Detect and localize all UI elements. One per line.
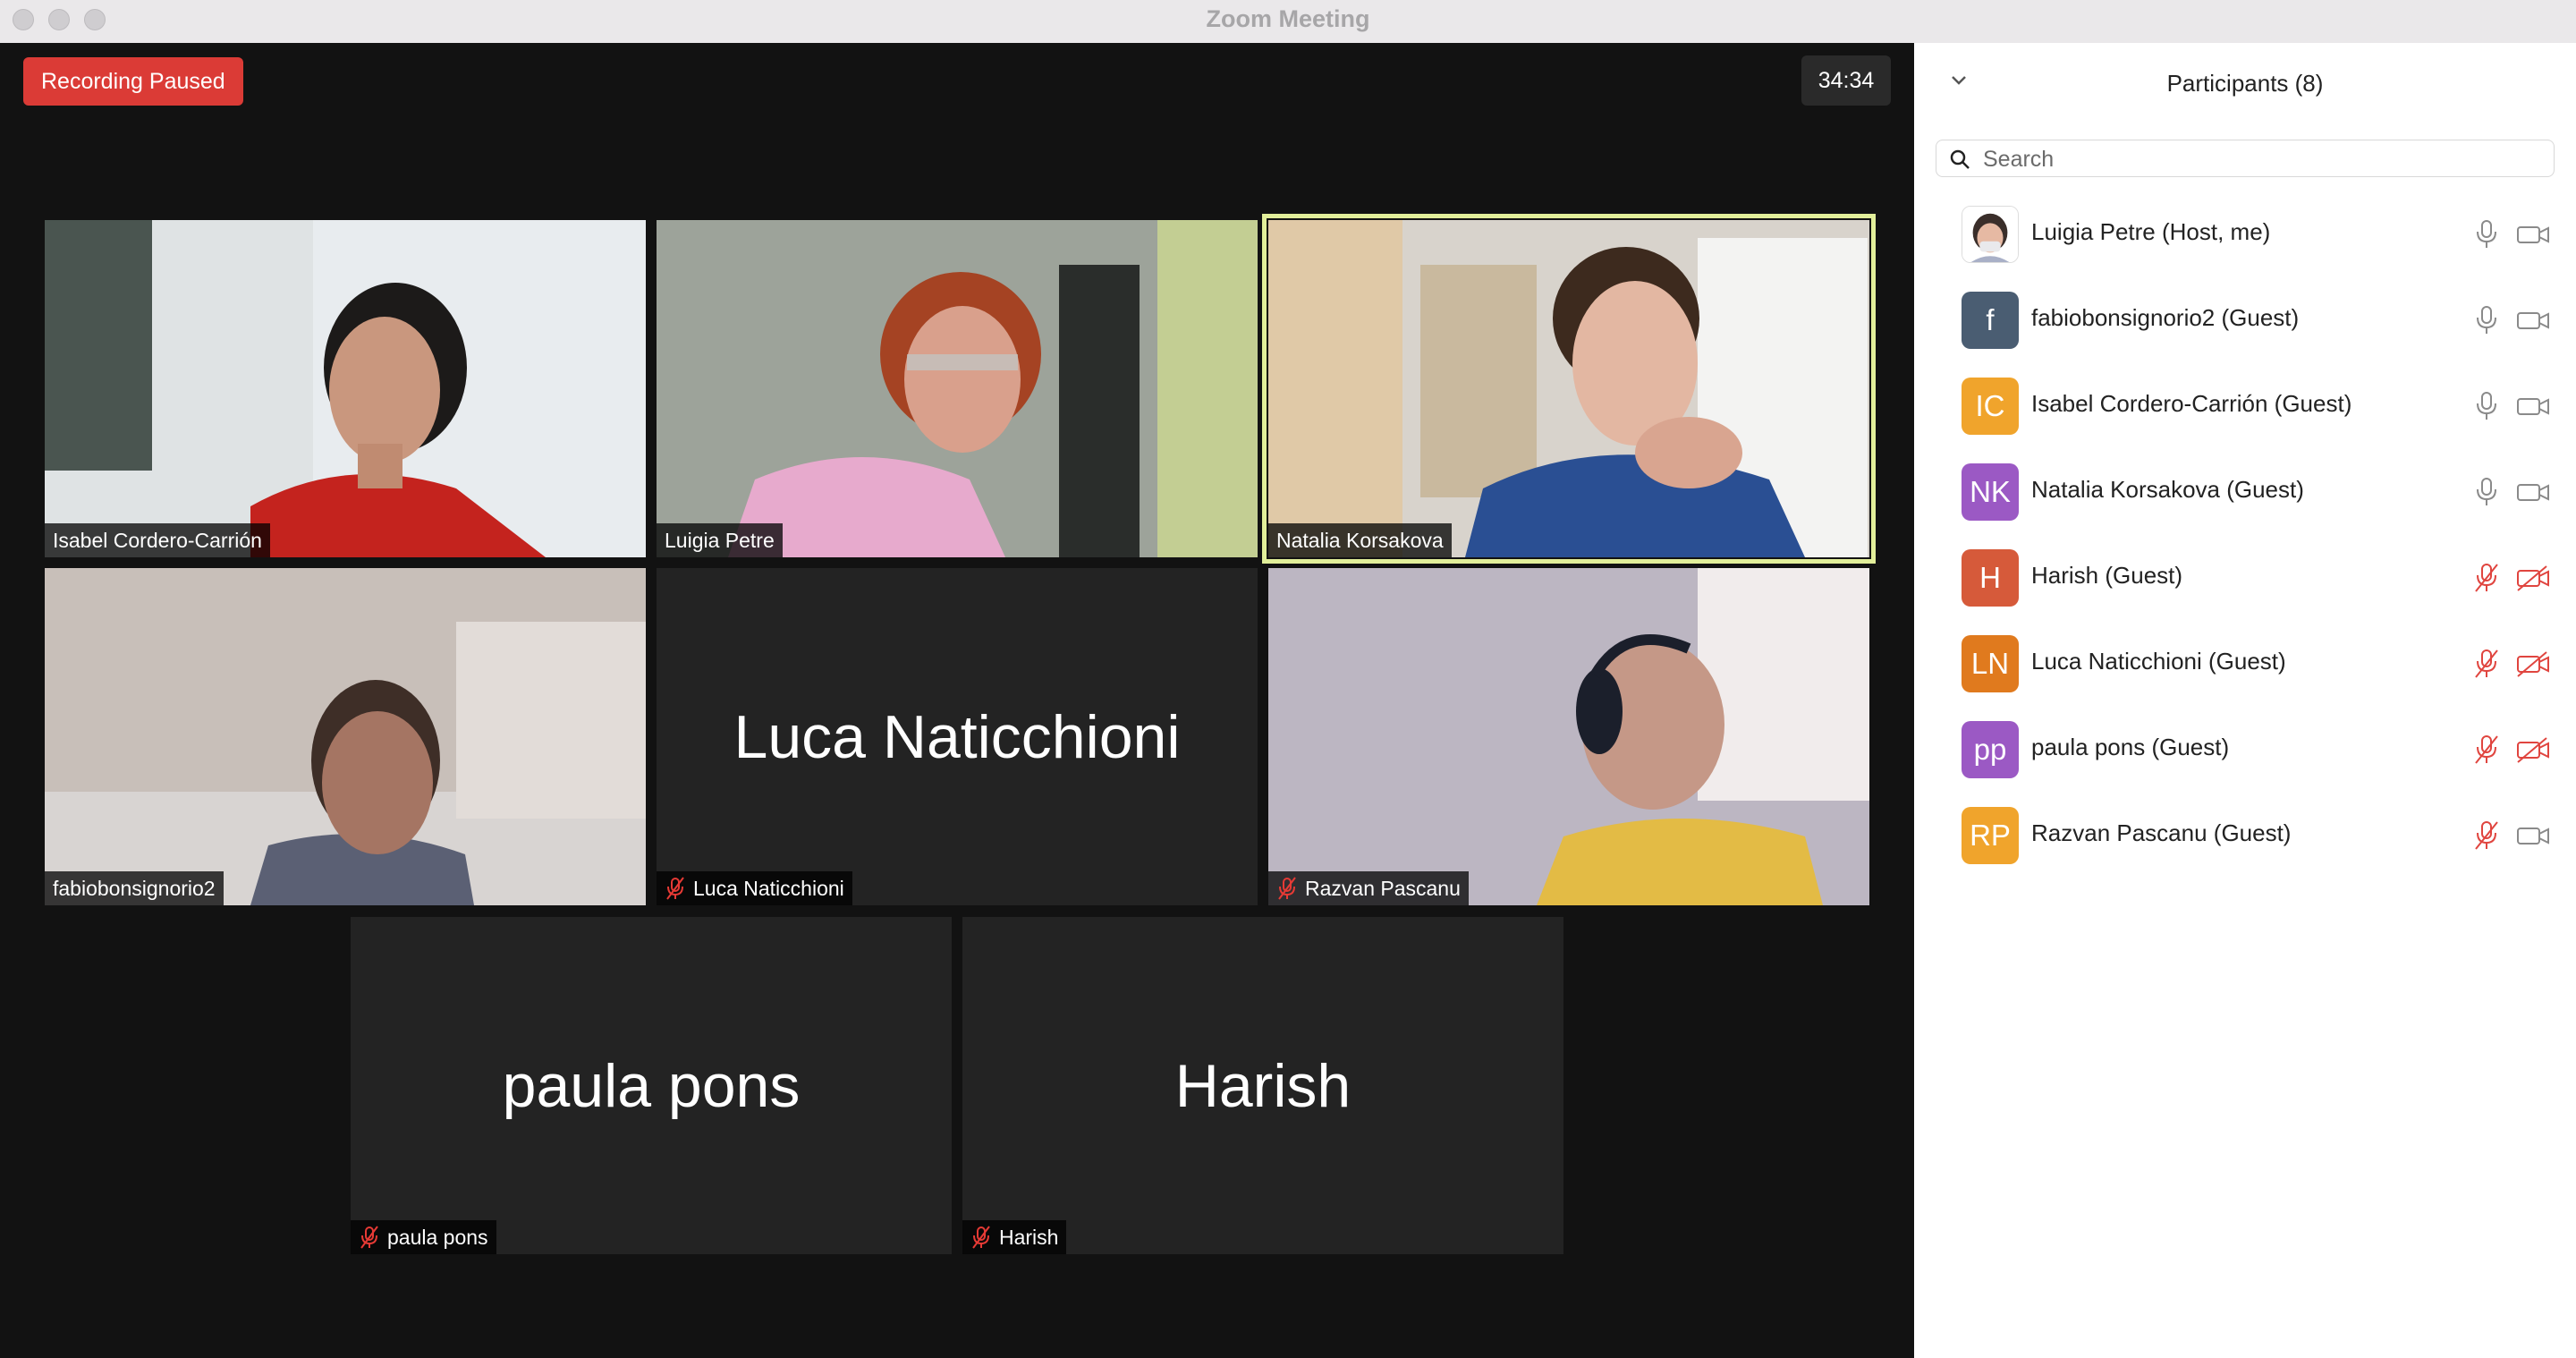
participant-name: Luigia Petre (Host, me) [2031, 218, 2271, 245]
name-tag: Luigia Petre [657, 523, 783, 557]
name-tag: paula pons [351, 1220, 496, 1254]
participant-list: Luigia Petre (Host, me) f fabiobonsignorio… [1914, 191, 2576, 878]
microphone-muted-icon[interactable] [2471, 819, 2502, 852]
participant-row[interactable]: RP Razvan Pascanu (Guest) [1914, 793, 2576, 878]
microphone-icon[interactable] [2471, 304, 2502, 336]
participant-name: Luigia Petre [665, 528, 775, 552]
participant-row[interactable]: LN Luca Naticchioni (Guest) [1914, 621, 2576, 707]
name-tag: Natalia Korsakova [1268, 523, 1452, 557]
video-camera-icon[interactable] [2515, 392, 2551, 420]
video-camera-off-icon[interactable] [2515, 564, 2551, 592]
participant-name: paula pons [387, 1225, 488, 1249]
video-tile-harish[interactable]: Harish Harish [962, 917, 1563, 1254]
participant-display-name: Harish [1174, 1051, 1352, 1120]
participant-search[interactable] [1936, 140, 2555, 177]
avatar: NK [1962, 463, 2019, 521]
video-tile-luigia[interactable]: Luigia Petre [657, 220, 1258, 557]
participant-name: Natalia Korsakova [1276, 528, 1444, 552]
avatar: RP [1962, 807, 2019, 864]
participant-name: Luca Naticchioni [693, 876, 844, 900]
meeting-timer: 34:34 [1801, 55, 1891, 106]
participant-video [1268, 220, 1869, 557]
name-tag: Luca Naticchioni [657, 871, 852, 905]
participant-name: fabiobonsignorio2 [53, 876, 216, 900]
avatar: H [1962, 549, 2019, 607]
recording-status-badge[interactable]: Recording Paused [23, 57, 243, 106]
video-tile-paula[interactable]: paula pons paula pons [351, 917, 952, 1254]
participant-name: Harish (Guest) [2031, 562, 2183, 589]
video-tile-fabio[interactable]: fabiobonsignorio2 [45, 568, 646, 905]
microphone-icon[interactable] [2471, 218, 2502, 250]
participant-display-name: Luca Naticchioni [733, 702, 1181, 771]
participant-name: Natalia Korsakova (Guest) [2031, 476, 2304, 503]
participants-title: Participants (8) [2166, 70, 2324, 97]
video-camera-off-icon[interactable] [2515, 649, 2551, 678]
microphone-icon[interactable] [2471, 390, 2502, 422]
participant-name: Isabel Cordero-Carrión (Guest) [2031, 390, 2352, 417]
name-tag: fabiobonsignorio2 [45, 871, 224, 905]
participants-header: Participants (8) [1914, 43, 2576, 125]
participant-name: fabiobonsignorio2 (Guest) [2031, 304, 2300, 331]
participant-name: paula pons (Guest) [2031, 734, 2230, 760]
zoom-window: Zoom Meeting Recording Paused 34:34 Isab… [0, 0, 2576, 1358]
avatar: f [1962, 292, 2019, 349]
mic-muted-icon [360, 1226, 378, 1249]
name-tag: Razvan Pascanu [1268, 871, 1469, 905]
mic-muted-icon [666, 877, 684, 900]
video-camera-off-icon[interactable] [2515, 735, 2551, 764]
video-tile-luca[interactable]: Luca Naticchioni Luca Naticchioni [657, 568, 1258, 905]
video-camera-icon[interactable] [2515, 821, 2551, 850]
video-tile-natalia[interactable]: Natalia Korsakova [1262, 214, 1876, 564]
participant-video [1268, 568, 1869, 905]
microphone-muted-icon[interactable] [2471, 734, 2502, 766]
microphone-muted-icon[interactable] [2471, 562, 2502, 594]
avatar [1962, 206, 2019, 263]
participant-row[interactable]: H Harish (Guest) [1914, 535, 2576, 621]
participant-video [45, 220, 646, 557]
participant-name: Isabel Cordero-Carrión [53, 528, 262, 552]
video-tile-isabel[interactable]: Isabel Cordero-Carrión [45, 220, 646, 557]
search-input[interactable] [1981, 144, 2539, 174]
name-tag: Isabel Cordero-Carrión [45, 523, 270, 557]
window-title: Zoom Meeting [1206, 5, 1370, 32]
video-camera-icon[interactable] [2515, 306, 2551, 335]
participant-row[interactable]: pp paula pons (Guest) [1914, 707, 2576, 793]
video-camera-icon[interactable] [2515, 478, 2551, 506]
name-tag: Harish [962, 1220, 1067, 1254]
mic-muted-icon [1278, 877, 1296, 900]
video-tile-razvan[interactable]: Razvan Pascanu [1268, 568, 1869, 905]
participant-row[interactable]: Luigia Petre (Host, me) [1914, 191, 2576, 277]
participant-row[interactable]: IC Isabel Cordero-Carrión (Guest) [1914, 363, 2576, 449]
video-gallery: Recording Paused 34:34 Isabel Cordero-Ca… [0, 43, 1914, 1358]
microphone-muted-icon[interactable] [2471, 648, 2502, 680]
mic-muted-icon [972, 1226, 990, 1249]
participant-row[interactable]: NK Natalia Korsakova (Guest) [1914, 449, 2576, 535]
avatar: LN [1962, 635, 2019, 692]
participant-name: Razvan Pascanu (Guest) [2031, 819, 2292, 846]
participant-video [657, 220, 1258, 557]
participant-row[interactable]: f fabiobonsignorio2 (Guest) [1914, 277, 2576, 363]
participant-name: Razvan Pascanu [1305, 876, 1461, 900]
participant-name: Harish [999, 1225, 1059, 1249]
video-camera-icon[interactable] [2515, 220, 2551, 249]
search-icon [1950, 149, 1970, 169]
participant-display-name: paula pons [502, 1051, 801, 1120]
title-bar: Zoom Meeting [0, 0, 2576, 44]
memoji-avatar-icon [1962, 207, 2018, 262]
participant-video [45, 568, 646, 905]
participant-name: Luca Naticchioni (Guest) [2031, 648, 2286, 675]
avatar: IC [1962, 378, 2019, 435]
microphone-icon[interactable] [2471, 476, 2502, 508]
participants-panel: Participants (8) Luigia Petre (Host, me)… [1914, 43, 2576, 1358]
avatar: pp [1962, 721, 2019, 778]
